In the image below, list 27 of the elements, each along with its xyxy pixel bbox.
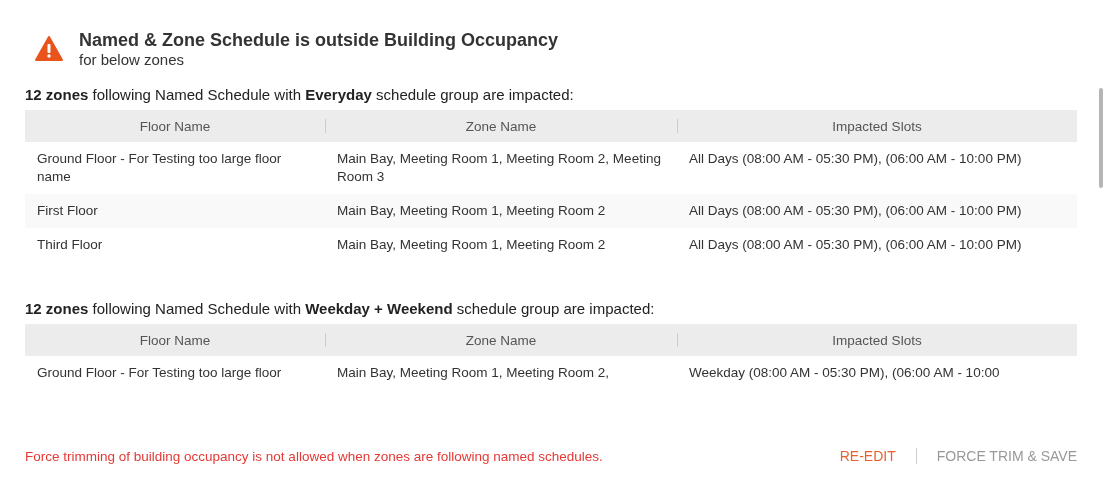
re-edit-button[interactable]: RE-EDIT bbox=[839, 446, 896, 466]
table-cell-text: Main Bay, Meeting Room 1, Meeting Room 2 bbox=[336, 236, 607, 254]
column-header: Impacted Slots bbox=[677, 110, 1077, 142]
alert-title: Named & Zone Schedule is outside Building Occupancy bbox=[79, 30, 559, 51]
section-heading: 12 zones following Named Schedule with Everyday schedule group are impacted: bbox=[25, 86, 575, 103]
table-cell-text: Ground Floor - For Testing too large floor bbox=[36, 364, 283, 382]
table-cell-text: Ground Floor - For Testing too large floor name bbox=[36, 150, 283, 186]
table-cell-text: Main Bay, Meeting Room 1, Meeting Room 2, bbox=[336, 364, 611, 382]
column-header: Impacted Slots bbox=[677, 324, 1077, 356]
scrollbar[interactable] bbox=[1099, 88, 1103, 188]
force-save-button[interactable]: FORCE TRIM & SAVE bbox=[936, 446, 1077, 466]
column-header: Floor Name bbox=[25, 324, 325, 356]
column-header: Zone Name bbox=[325, 324, 677, 356]
alert-subtitle: for below zones bbox=[79, 51, 186, 68]
table-cell: First Floor bbox=[25, 194, 325, 228]
error-message: Force trimming of building occupancy is not allowed when zones are following named schedules. bbox=[25, 448, 604, 464]
table-cell-text: All Days (08:00 AM - 05:30 PM), (06:00 AM - 10:00 PM) bbox=[688, 150, 1023, 168]
table-cell: Main Bay, Meeting Room 1, Meeting Room 2 bbox=[325, 194, 677, 228]
column-header: Floor Name bbox=[25, 110, 325, 142]
section-heading: 12 zones following Named Schedule with Weekday + Weekend schedule group are impacted: bbox=[25, 300, 656, 317]
table-cell-text: Main Bay, Meeting Room 1, Meeting Room 2, Meeting Room 3 bbox=[336, 150, 662, 186]
warning-icon bbox=[35, 36, 63, 61]
column-header: Zone Name bbox=[325, 110, 677, 142]
table-cell-text: Third Floor bbox=[36, 236, 104, 254]
table-cell: All Days (08:00 AM - 05:30 PM), (06:00 AM - 10:00 PM) bbox=[677, 194, 1077, 228]
table-cell-text: All Days (08:00 AM - 05:30 PM), (06:00 AM - 10:00 PM) bbox=[688, 236, 1023, 254]
table-cell-text: Weekday (08:00 AM - 05:30 PM), (06:00 AM - 10:00 bbox=[688, 364, 1001, 382]
